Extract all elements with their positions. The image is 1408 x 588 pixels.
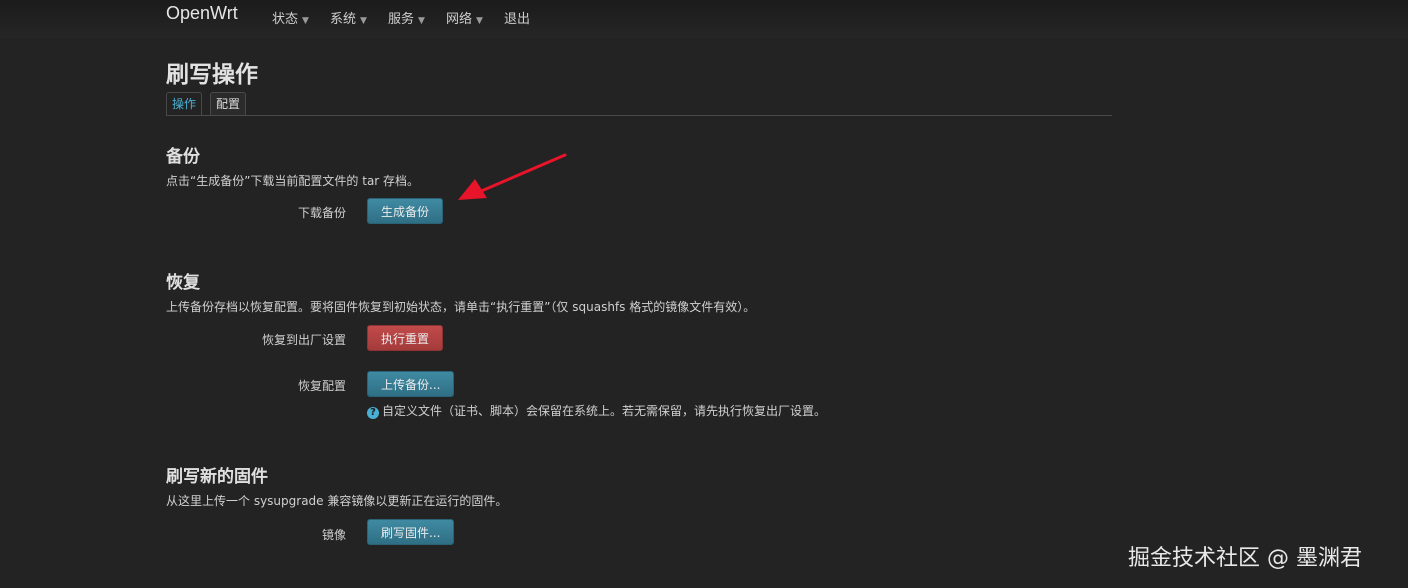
brand-logo[interactable]: OpenWrt [166, 3, 238, 24]
nav-logout[interactable]: 退出 [504, 8, 530, 27]
perform-reset-button[interactable]: 执行重置 [367, 325, 444, 351]
restore-hint-text: 自定义文件（证书、脚本）会保留在系统上。若无需保留，请先执行恢复出厂设置。 [382, 404, 827, 418]
nav-network-label: 网络 [446, 12, 473, 27]
help-icon: ? [367, 407, 379, 419]
restore-section-title: 恢复 [166, 273, 200, 293]
nav-services-label: 服务 [388, 12, 415, 27]
backup-description: 点击“生成备份”下载当前配置文件的 tar 存档。 [166, 174, 420, 188]
flash-firmware-button[interactable]: 刷写固件... [367, 519, 455, 545]
nav-network[interactable]: 网络 ▼ [446, 8, 483, 27]
annotation-arrow-icon [458, 153, 567, 200]
nav-services[interactable]: 服务 ▼ [388, 8, 425, 27]
flash-section-title: 刷写新的固件 [166, 467, 268, 487]
top-navbar: OpenWrt 状态 ▼ 系统 ▼ 服务 ▼ 网络 ▼ 退出 [0, 0, 1408, 38]
restore-config-label: 恢复配置 [297, 379, 346, 393]
nav-status[interactable]: 状态 ▼ [272, 8, 309, 27]
chevron-down-icon: ▼ [418, 16, 425, 26]
nav-system[interactable]: 系统 ▼ [330, 8, 367, 27]
chevron-down-icon: ▼ [302, 16, 309, 26]
restore-description: 上传备份存档以恢复配置。要将固件恢复到初始状态，请单击“执行重置”（仅 squa… [166, 300, 756, 314]
image-label: 镜像 [321, 528, 346, 542]
chevron-down-icon: ▼ [360, 16, 367, 26]
generate-backup-button[interactable]: 生成备份 [367, 198, 444, 224]
tab-configuration[interactable]: 配置 [210, 92, 247, 115]
restore-hint: ? 自定义文件（证书、脚本）会保留在系统上。若无需保留，请先执行恢复出厂设置。 [367, 402, 826, 419]
backup-section-title: 备份 [166, 147, 200, 167]
nav-system-label: 系统 [330, 12, 357, 27]
factory-reset-label: 恢复到出厂设置 [261, 333, 346, 347]
nav-status-label: 状态 [272, 12, 299, 27]
flash-description: 从这里上传一个 sysupgrade 兼容镜像以更新正在运行的固件。 [166, 494, 508, 508]
tabs-divider [166, 115, 1112, 116]
chevron-down-icon: ▼ [476, 16, 483, 26]
tab-actions[interactable]: 操作 [166, 92, 203, 116]
download-backup-label: 下载备份 [297, 206, 346, 220]
page-title: 刷写操作 [166, 62, 258, 88]
watermark: 掘金技术社区 @ 墨渊君 [1128, 546, 1362, 571]
upload-backup-button[interactable]: 上传备份... [367, 371, 455, 397]
